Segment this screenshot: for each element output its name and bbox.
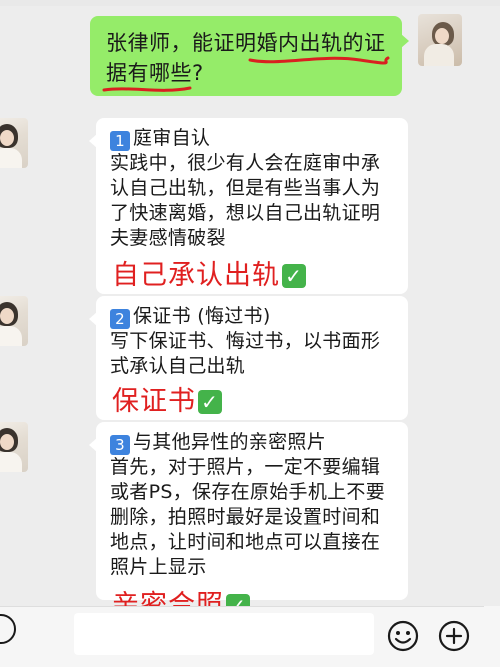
heading-text: 庭审自认 (133, 127, 211, 149)
red-label-2: 保证书 ✓ (112, 386, 222, 418)
number-badge-3: 3 (110, 435, 130, 455)
plus-icon[interactable] (438, 620, 470, 652)
label-text: 保证书 (112, 386, 196, 417)
lawyer-avatar[interactable] (0, 422, 28, 472)
answer-text-1: 1 庭审自认 实践中，很少有人会在庭审中承认自己出轨，但是有些当事人为了快速离婚，… (110, 126, 394, 251)
red-label-1: 自己承认出轨 ✓ (112, 260, 306, 292)
chat-screen: 张律师，能证明婚内出轨的证据有哪些? 1 庭审自认 实践中，很少有人会在庭审中承认… (0, 0, 500, 667)
top-strip (0, 0, 500, 6)
answer-bubble-1[interactable]: 1 庭审自认 实践中，很少有人会在庭审中承认自己出轨，但是有些当事人为了快速离婚，… (89, 118, 408, 294)
answer-heading-3: 3 与其他异性的亲密照片 (110, 430, 394, 455)
emoji-icon[interactable] (387, 620, 419, 652)
my-avatar[interactable] (418, 14, 462, 66)
answer-bubble-2[interactable]: 2 保证书 (悔过书) 写下保证书、悔过书，以书面形式承认自己出轨 保证书 ✓ (89, 296, 408, 420)
answer-heading-2: 2 保证书 (悔过书) (110, 304, 394, 329)
message-input[interactable] (74, 613, 374, 655)
bubble-tail (401, 34, 409, 48)
answer-body-1: 实践中，很少有人会在庭审中承认自己出轨，但是有些当事人为了快速离婚，想以自己出轨… (110, 152, 381, 249)
number-badge-2: 2 (110, 309, 130, 329)
right-edge (484, 606, 500, 667)
bubble-tail (89, 134, 97, 148)
answer-body-2: 写下保证书、悔过书，以书面形式承认自己出轨 (110, 330, 381, 377)
heading-text: 保证书 (悔过书) (133, 305, 271, 327)
label-text: 自己承认出轨 (112, 260, 280, 291)
check-icon: ✓ (198, 390, 222, 414)
answer-heading-1: 1 庭审自认 (110, 126, 394, 151)
question-bubble[interactable]: 张律师，能证明婚内出轨的证据有哪些? (90, 16, 409, 96)
answer-body-3: 首先，对于照片，一定不要编辑或者PS，保存在原始手机上不要删除，拍照时最好是设置… (110, 456, 386, 578)
check-icon: ✓ (282, 264, 306, 288)
answer-text-3: 3 与其他异性的亲密照片 首先，对于照片，一定不要编辑或者PS，保存在原始手机上不… (110, 430, 394, 580)
answer-bubble-3[interactable]: 3 与其他异性的亲密照片 首先，对于照片，一定不要编辑或者PS，保存在原始手机上不… (89, 422, 408, 621)
answer-text-2: 2 保证书 (悔过书) 写下保证书、悔过书，以书面形式承认自己出轨 (110, 304, 394, 379)
red-underline-squiggle (102, 56, 390, 92)
bubble-tail (89, 438, 97, 452)
lawyer-avatar[interactable] (0, 296, 28, 346)
lawyer-avatar[interactable] (0, 118, 28, 168)
heading-text: 与其他异性的亲密照片 (133, 431, 327, 453)
number-badge-1: 1 (110, 131, 130, 151)
bubble-tail (89, 312, 97, 326)
